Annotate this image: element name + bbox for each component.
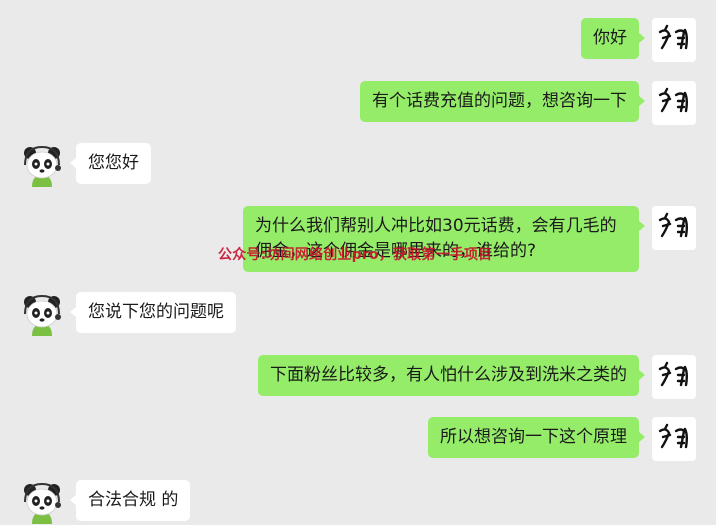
my-avatar[interactable] — [652, 417, 696, 461]
my-avatar[interactable] — [652, 206, 696, 250]
contact-avatar[interactable] — [20, 292, 64, 336]
message-bubble-incoming[interactable]: 合法合规 的 — [69, 480, 191, 521]
panda-avatar-icon — [24, 145, 61, 187]
message-bubble-outgoing[interactable]: 有个话费充值的问题，想咨询一下 — [360, 81, 645, 122]
calligraphy-avatar-icon — [658, 87, 688, 113]
contact-avatar[interactable] — [20, 480, 64, 524]
calligraphy-avatar-icon — [658, 361, 688, 387]
calligraphy-avatar-icon — [658, 212, 688, 238]
chat-area: 你好 有个话费充值的问题，想咨询一下 您您好 为什么我们帮别人冲比如30元话费，… — [0, 0, 716, 525]
message-bubble-outgoing[interactable]: 下面粉丝比较多，有人怕什么涉及到洗米之类的 — [258, 355, 645, 396]
calligraphy-avatar-icon — [658, 24, 688, 50]
message-bubble-incoming[interactable]: 您说下您的问题呢 — [70, 292, 236, 333]
message-bubble-incoming[interactable]: 您您好 — [70, 143, 151, 184]
my-avatar[interactable] — [652, 355, 696, 399]
message-bubble-outgoing[interactable]: 为什么我们帮别人冲比如30元话费，会有几毛的佣金，这个佣金是哪里来的，谁给的? — [243, 206, 645, 272]
panda-avatar-icon — [24, 294, 61, 336]
contact-avatar[interactable] — [20, 143, 64, 187]
calligraphy-avatar-icon — [658, 423, 688, 449]
my-avatar[interactable] — [652, 18, 696, 62]
my-avatar[interactable] — [652, 81, 696, 125]
message-bubble-outgoing[interactable]: 你好 — [581, 18, 645, 59]
panda-avatar-icon — [24, 482, 61, 524]
message-bubble-outgoing[interactable]: 所以想咨询一下这个原理 — [428, 417, 645, 458]
